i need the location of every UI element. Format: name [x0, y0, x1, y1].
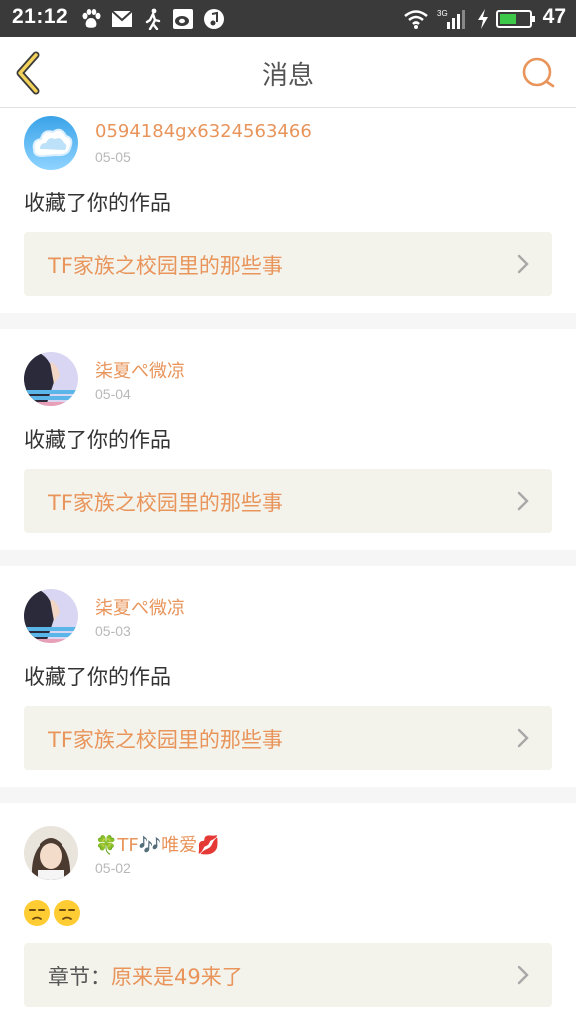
- wifi-icon: [404, 10, 428, 29]
- separator: [0, 550, 576, 566]
- chevron-right-icon: [517, 491, 529, 511]
- walking-icon: [145, 8, 161, 30]
- status-time: 21:12: [12, 5, 69, 28]
- work-link[interactable]: TF家族之校园里的那些事: [24, 232, 552, 296]
- message-item: 柒夏ぺ微凉 05-03 收藏了你的作品 TF家族之校园里的那些事: [0, 566, 576, 787]
- message-action: 收藏了你的作品: [24, 191, 171, 215]
- chevron-right-icon: [517, 728, 529, 748]
- username[interactable]: 🍀TF🎶唯爱💋: [95, 831, 220, 857]
- chevron-right-icon: [517, 254, 529, 274]
- message-date: 05-03: [95, 623, 131, 639]
- page-title: 消息: [261, 61, 314, 91]
- work-title: TF家族之校园里的那些事: [48, 491, 283, 515]
- work-link[interactable]: TF家族之校园里的那些事: [24, 706, 552, 770]
- unamused-face-icon: [24, 900, 50, 926]
- chapter-name: 原来是49来了: [111, 965, 243, 989]
- separator: [0, 313, 576, 329]
- message-item: 0594184gx6324563466 05-05 收藏了你的作品 TF家族之校…: [0, 108, 576, 313]
- avatar[interactable]: [24, 116, 78, 170]
- title-bar: 消息: [0, 37, 576, 108]
- separator: [0, 787, 576, 803]
- username[interactable]: 柒夏ぺ微凉: [95, 357, 185, 383]
- work-title: TF家族之校园里的那些事: [48, 728, 283, 752]
- chevron-right-icon: [517, 965, 529, 985]
- username[interactable]: 0594184gx6324563466: [95, 121, 312, 142]
- search-button[interactable]: [520, 55, 556, 91]
- work-title: TF家族之校园里的那些事: [48, 254, 283, 278]
- search-icon: [522, 57, 555, 88]
- message-item: 🍀TF🎶唯爱💋 05-02 章节：原来是49来了: [0, 803, 576, 1024]
- status-bar: 21:12 3G 47: [0, 0, 576, 37]
- avatar[interactable]: [24, 352, 78, 406]
- avatar[interactable]: [24, 589, 78, 643]
- charging-icon: [478, 9, 488, 29]
- music-icon: [204, 9, 224, 29]
- message-emoji: [24, 900, 84, 926]
- message-date: 05-02: [95, 860, 131, 876]
- 3g-signal-icon: 3G: [437, 9, 465, 29]
- chapter-title: 章节：原来是49来了: [48, 961, 243, 991]
- work-link[interactable]: TF家族之校园里的那些事: [24, 469, 552, 533]
- message-date: 05-04: [95, 386, 131, 402]
- message-date: 05-05: [95, 149, 131, 165]
- message-item: 柒夏ぺ微凉 05-04 收藏了你的作品 TF家族之校园里的那些事: [0, 329, 576, 550]
- baidu-paw-icon: [82, 9, 101, 28]
- clover-icon: 🍀: [95, 835, 118, 856]
- message-action: 收藏了你的作品: [24, 665, 171, 689]
- svg-text:3G: 3G: [437, 9, 448, 18]
- avatar[interactable]: [24, 826, 78, 880]
- chapter-link[interactable]: 章节：原来是49来了: [24, 943, 552, 1007]
- unamused-face-icon: [54, 900, 80, 926]
- weibo-icon: [173, 9, 193, 29]
- username[interactable]: 柒夏ぺ微凉: [95, 594, 185, 620]
- battery-icon: [496, 10, 535, 28]
- mail-icon: [111, 10, 133, 27]
- lips-icon: 💋: [197, 835, 220, 856]
- chapter-prefix: 章节：: [48, 965, 111, 989]
- battery-percentage: 47: [542, 5, 566, 28]
- message-action: 收藏了你的作品: [24, 428, 171, 452]
